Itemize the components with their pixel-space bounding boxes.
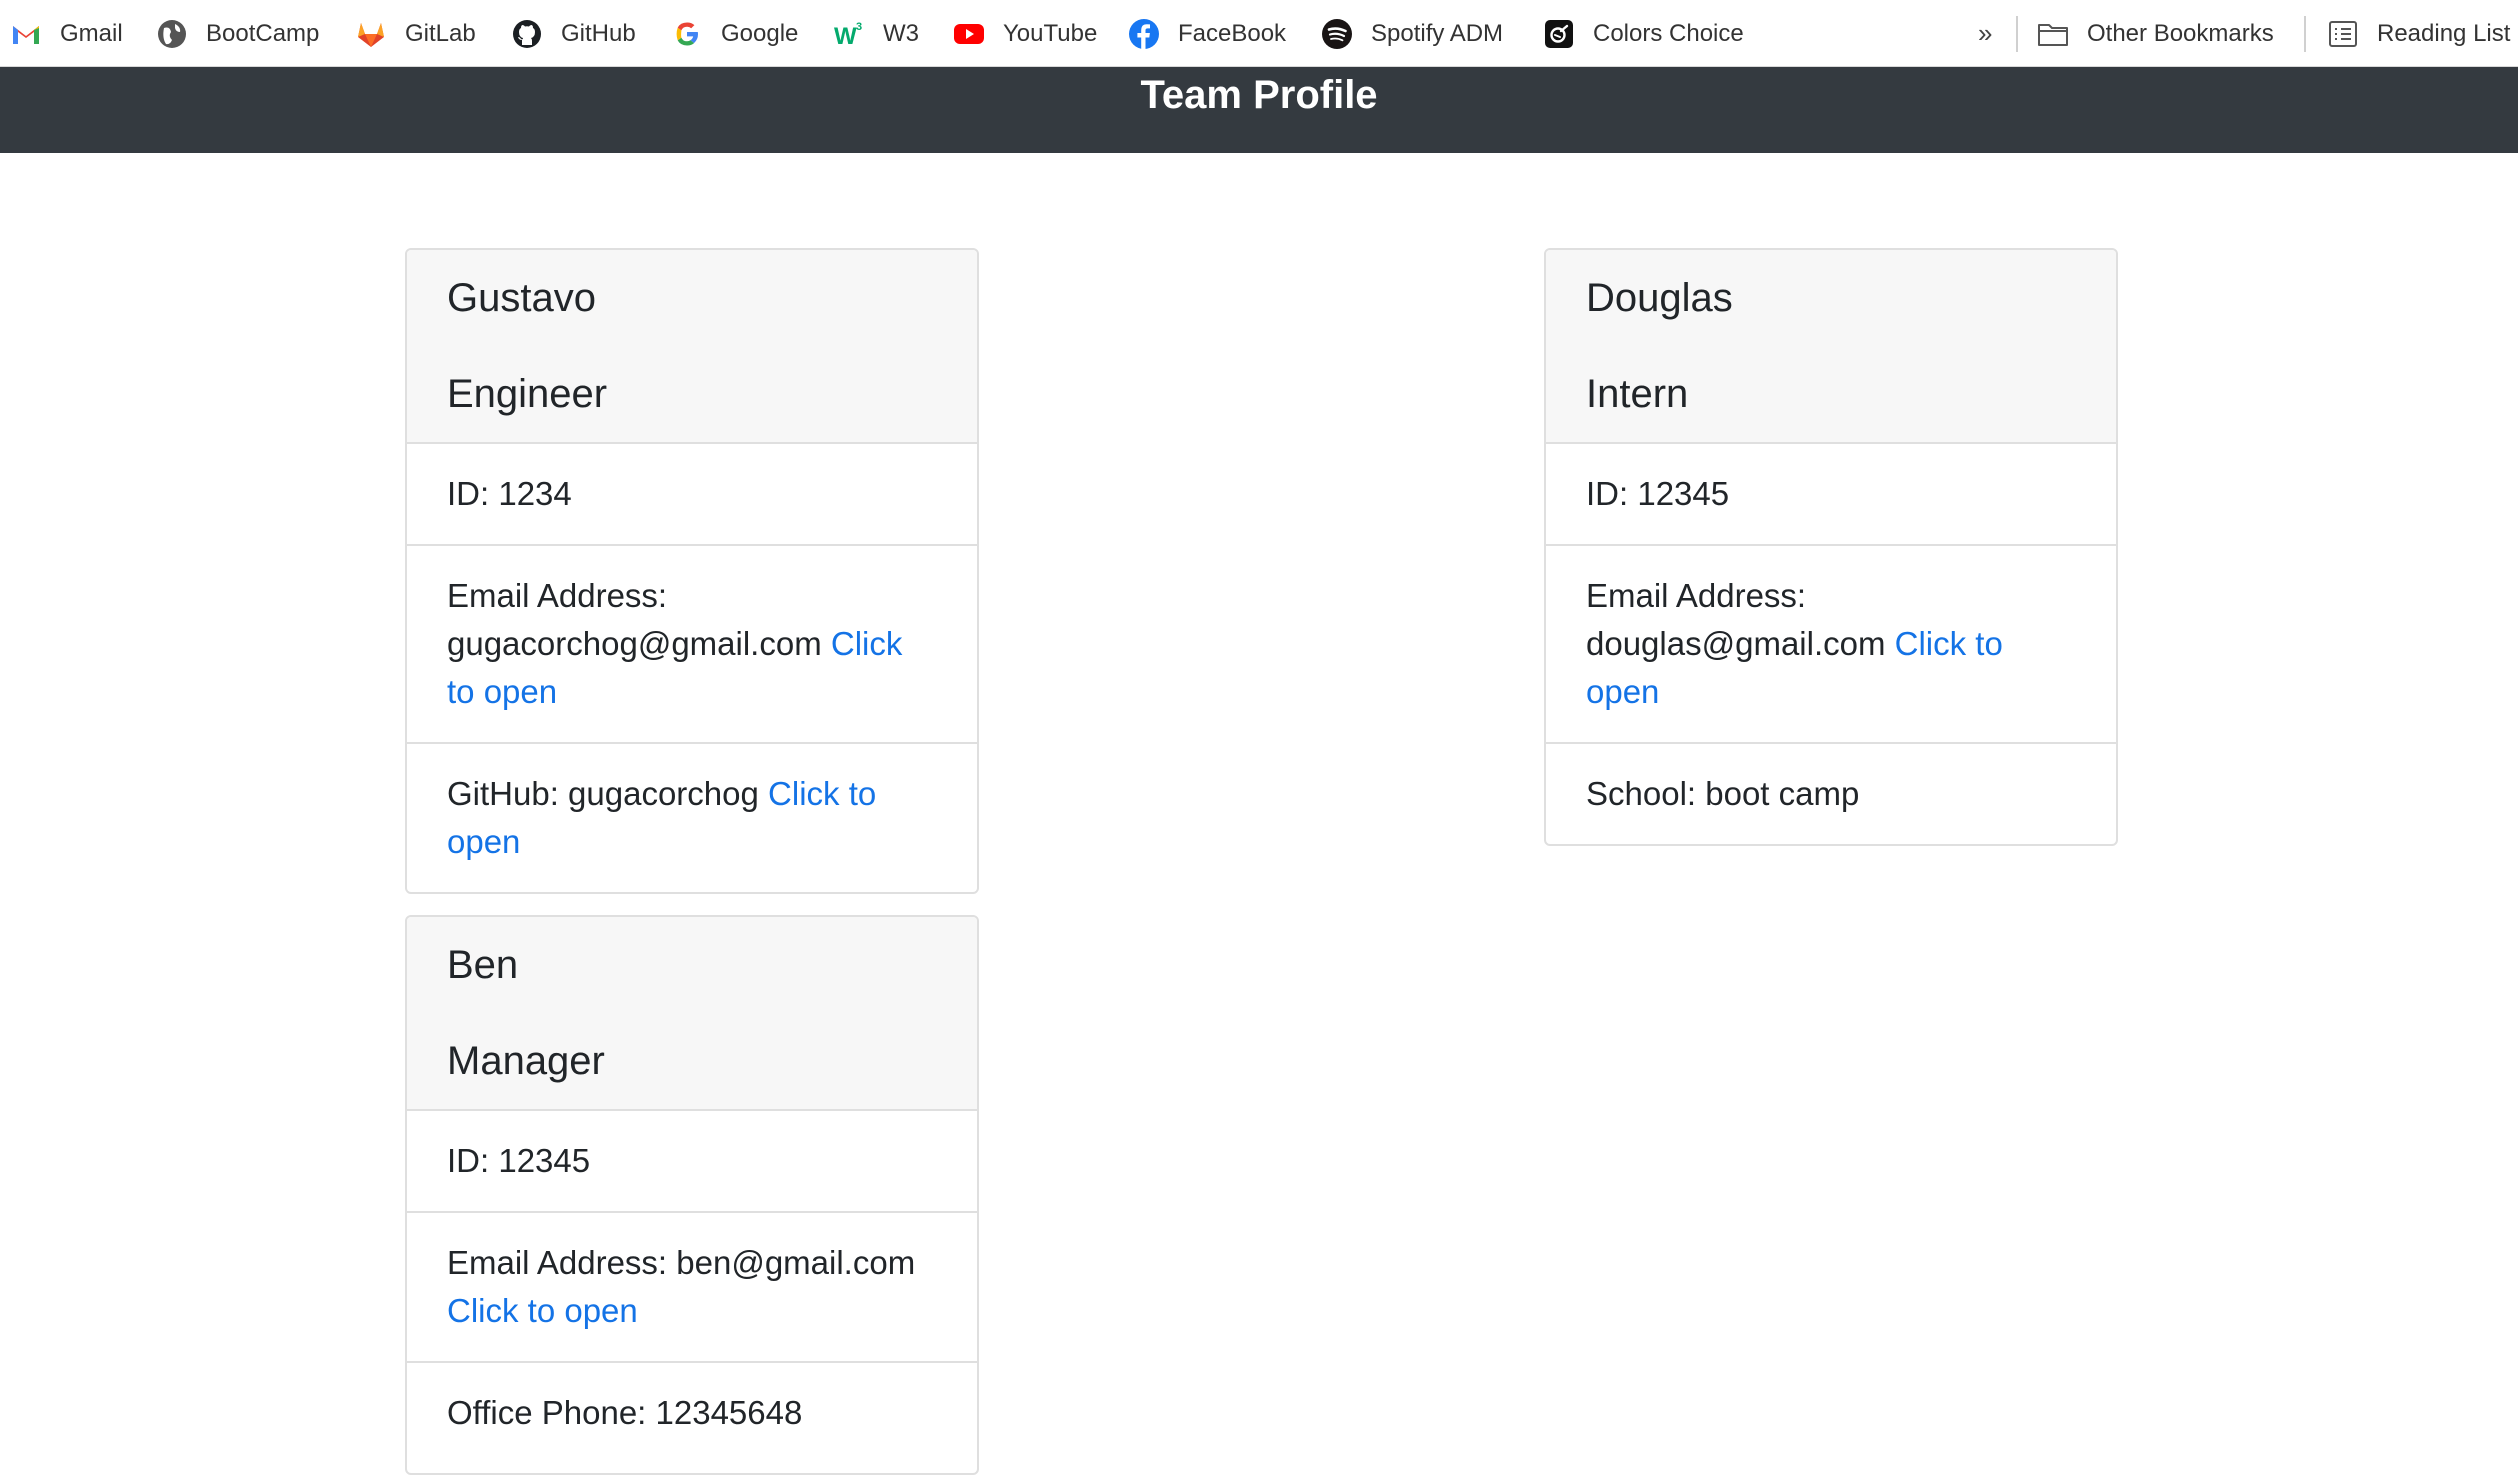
employee-id: ID: 12345: [407, 1111, 977, 1213]
employee-github-text: GitHub: gugacorchog: [447, 775, 759, 812]
google-icon: [671, 18, 703, 50]
bookmark-label: GitHub: [561, 19, 636, 47]
bookmark-label: Google: [721, 19, 799, 47]
bookmark-label: Spotify ADM: [1371, 19, 1504, 47]
page-title: Team Profile: [1140, 73, 1378, 117]
employee-email-text: Email Address: gugacorchog@gmail.com: [447, 577, 822, 662]
employee-card-engineer: Gustavo Engineer ID: 1234 Email Address:…: [405, 248, 979, 894]
folder-icon: [2037, 18, 2069, 50]
employee-email-text: Email Address: douglas@gmail.com: [1586, 577, 1886, 662]
colors-choice-icon: [1543, 18, 1575, 50]
bookmark-label: Colors Choice: [1593, 19, 1744, 47]
employee-id-text: ID: 12345: [1586, 475, 1730, 512]
github-icon: [511, 18, 543, 50]
reading-list-label: Reading List: [2377, 19, 2511, 47]
employee-role: Intern: [1586, 372, 1689, 416]
bookmarks-bar: Gmail BootCamp GitLab GitHub Google W3 W…: [0, 0, 2518, 67]
employee-email: Email Address: ben@gmail.com Click to op…: [407, 1213, 977, 1363]
card-header: Douglas Intern: [1546, 250, 2116, 444]
card-header: Gustavo Engineer: [407, 250, 977, 444]
employee-school-text: School: boot camp: [1586, 775, 1860, 812]
spotify-icon: [1321, 18, 1353, 50]
w3-icon: W3: [833, 18, 865, 50]
bookmark-label: YouTube: [1003, 19, 1098, 47]
employee-email: Email Address: gugacorchog@gmail.com Cli…: [407, 546, 977, 744]
other-bookmarks-button[interactable]: Other Bookmarks: [2037, 0, 2274, 67]
more-bookmarks-chevron[interactable]: »: [1978, 0, 1992, 67]
youtube-icon: [953, 18, 985, 50]
page-header: Team Profile: [0, 67, 2518, 153]
bookmark-youtube[interactable]: YouTube: [953, 0, 1097, 67]
bookmark-gitlab[interactable]: GitLab: [355, 0, 476, 67]
bookmark-google[interactable]: Google: [671, 0, 798, 67]
svg-text:W: W: [834, 23, 857, 50]
employee-role: Engineer: [447, 372, 608, 416]
reading-list-icon: [2327, 18, 2359, 50]
bookmark-label: W3: [883, 19, 919, 47]
employee-name: Gustavo: [447, 276, 596, 320]
other-bookmarks-label: Other Bookmarks: [2087, 19, 2274, 47]
bookmark-colors-choice[interactable]: Colors Choice: [1543, 0, 1744, 67]
employee-email-text: Email Address: ben@gmail.com: [447, 1244, 916, 1281]
bookmark-w3[interactable]: W3 W3: [833, 0, 919, 67]
employee-office-phone: Office Phone: 12345648: [407, 1363, 977, 1463]
bookmark-label: GitLab: [405, 19, 476, 47]
employee-school: School: boot camp: [1546, 744, 2116, 844]
employee-name: Douglas: [1586, 276, 1733, 320]
email-open-link[interactable]: Click to open: [447, 1292, 638, 1329]
employee-name: Ben: [447, 943, 519, 987]
card-header: Ben Manager: [407, 917, 977, 1111]
employee-id-text: ID: 12345: [447, 1142, 591, 1179]
bookmarks-divider: [2304, 16, 2306, 52]
bookmark-facebook[interactable]: FaceBook: [1128, 0, 1286, 67]
bookmark-label: Gmail: [60, 19, 123, 47]
bookmark-label: FaceBook: [1178, 19, 1287, 47]
employee-role: Manager: [447, 1039, 605, 1083]
bookmark-gmail[interactable]: Gmail: [10, 0, 123, 67]
employee-id: ID: 12345: [1546, 444, 2116, 546]
chevron-right-icon: »: [1978, 18, 1993, 48]
bookmark-spotify-adm[interactable]: Spotify ADM: [1321, 0, 1503, 67]
svg-text:3: 3: [856, 21, 862, 33]
reading-list-button[interactable]: Reading List: [2327, 0, 2510, 67]
facebook-icon: [1128, 18, 1160, 50]
gitlab-icon: [355, 18, 387, 50]
employee-github: GitHub: gugacorchog Click to open: [407, 744, 977, 892]
globe-icon: [156, 18, 188, 50]
bookmark-bootcamp[interactable]: BootCamp: [156, 0, 319, 67]
employee-office-phone-text: Office Phone: 12345648: [447, 1394, 803, 1431]
employee-card-intern: Douglas Intern ID: 12345 Email Address: …: [1544, 248, 2118, 846]
bookmark-github[interactable]: GitHub: [511, 0, 636, 67]
employee-email: Email Address: douglas@gmail.com Click t…: [1546, 546, 2116, 744]
bookmark-label: BootCamp: [206, 19, 320, 47]
employee-id-text: ID: 1234: [447, 475, 572, 512]
bookmarks-divider: [2016, 16, 2018, 52]
employee-card-manager: Ben Manager ID: 12345 Email Address: ben…: [405, 915, 979, 1475]
gmail-icon: [10, 18, 42, 50]
employee-id: ID: 1234: [407, 444, 977, 546]
